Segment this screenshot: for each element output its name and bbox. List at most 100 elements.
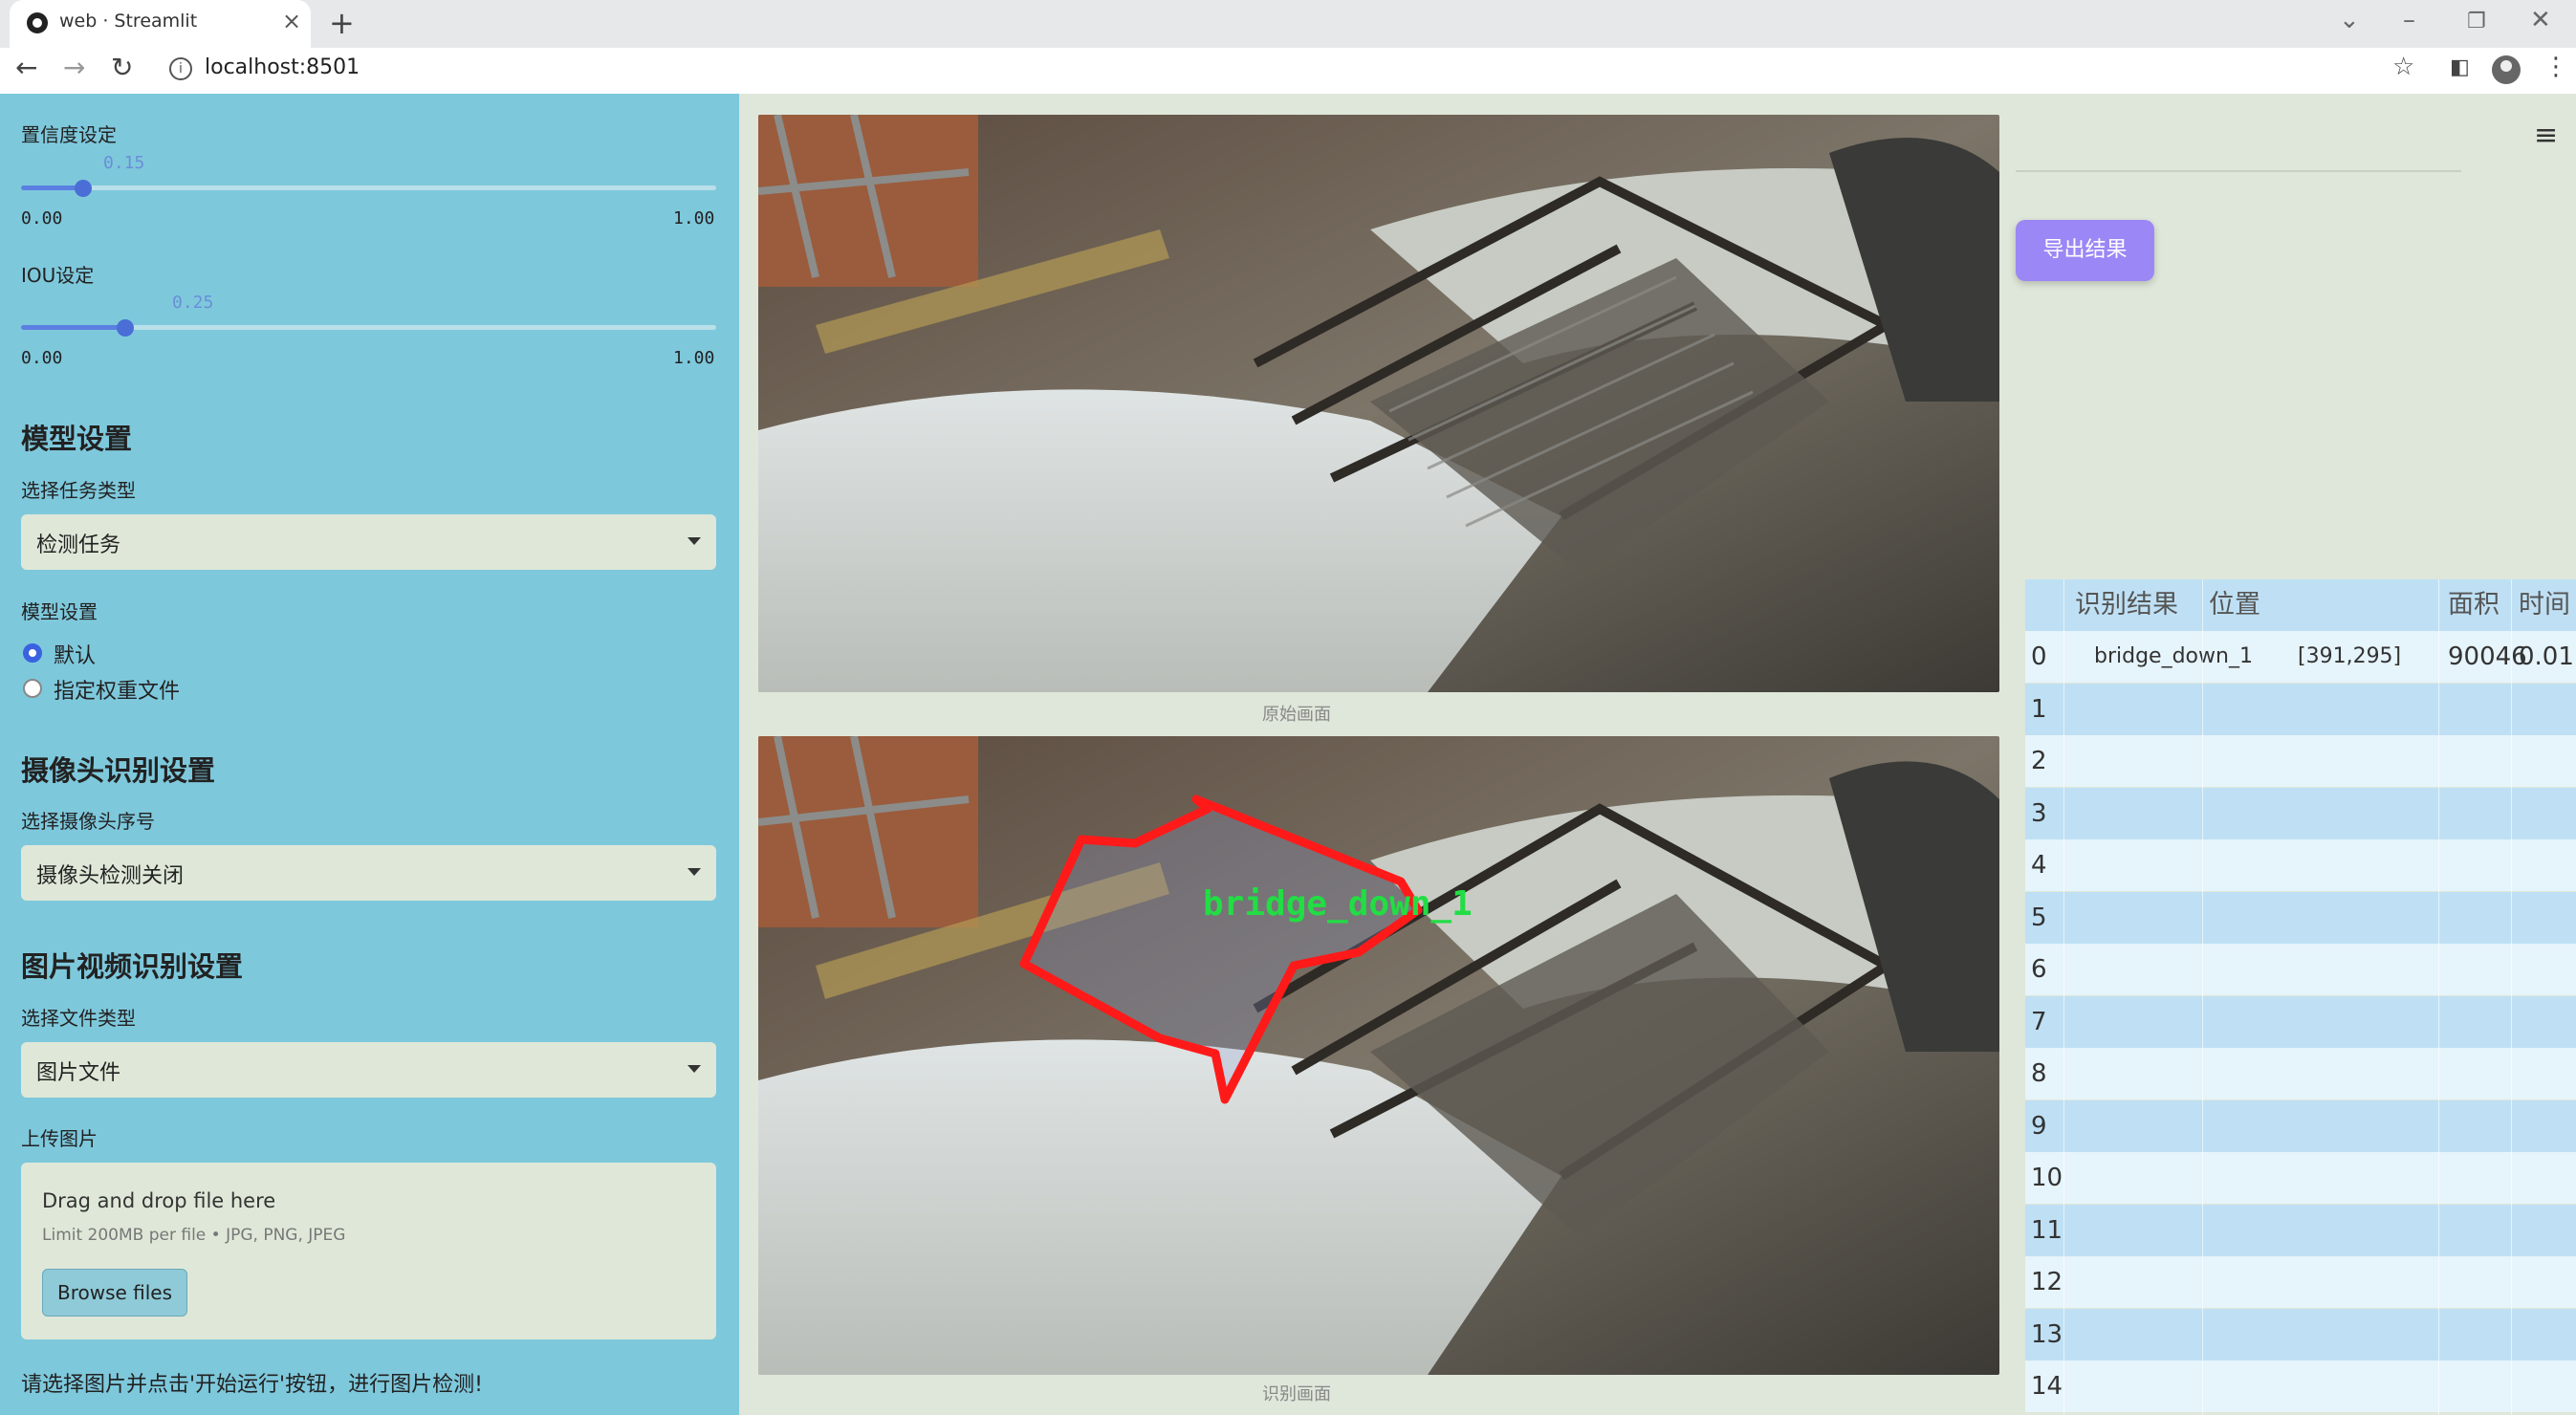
file-type-value: 图片文件: [36, 1061, 121, 1085]
side-panel-icon[interactable]: ◧: [2450, 55, 2470, 79]
header-result: 识别结果: [2075, 590, 2178, 620]
model-setting-label: 模型设置: [21, 600, 98, 623]
browser-tab-bar: [0, 0, 2576, 48]
tab-search-chevron-icon[interactable]: ⌄: [2339, 6, 2360, 34]
dropzone-limit: Limit 200MB per file • JPG, PNG, JPEG: [42, 1226, 346, 1245]
header-position: 位置: [2209, 590, 2260, 620]
table-row[interactable]: 2: [2025, 735, 2576, 787]
minimize-icon[interactable]: –: [2403, 6, 2415, 34]
site-info-icon[interactable]: i: [169, 57, 192, 80]
result-scene-illustration: bridge_down_1: [758, 736, 1999, 1375]
restore-icon[interactable]: ❐: [2467, 10, 2486, 33]
table-row[interactable]: 5: [2025, 891, 2576, 944]
camera-index-select[interactable]: 摄像头检测关闭: [21, 845, 716, 901]
cell-index: 14: [2031, 1372, 2063, 1401]
table-header-row: 识别结果 位置 面积 时间: [2025, 579, 2576, 631]
bookmark-star-icon[interactable]: ☆: [2392, 53, 2414, 81]
cell-index: 4: [2031, 851, 2047, 880]
hamburger-menu-icon[interactable]: ≡: [2534, 119, 2558, 152]
table-row[interactable]: 9: [2025, 1099, 2576, 1152]
url-text[interactable]: localhost:8501: [205, 55, 360, 79]
cell-index: 11: [2031, 1215, 2063, 1245]
table-row[interactable]: 4: [2025, 839, 2576, 891]
table-row[interactable]: 13: [2025, 1308, 2576, 1361]
media-section-heading: 图片视频识别设置: [21, 950, 244, 983]
iou-slider-fill: [21, 325, 126, 330]
cell-result: bridge_down_1: [2094, 644, 2253, 668]
reload-icon[interactable]: ↻: [111, 52, 133, 83]
url-field[interactable]: [158, 53, 2395, 89]
result-caption: 识别画面: [1262, 1384, 1331, 1404]
column-divider: [2063, 579, 2064, 1415]
browser-tab[interactable]: web · Streamlit ×: [10, 0, 311, 48]
cell-index: 9: [2031, 1111, 2047, 1141]
dropzone-text: Drag and drop file here: [42, 1189, 276, 1212]
cell-index: 7: [2031, 1007, 2047, 1036]
file-type-select[interactable]: 图片文件: [21, 1042, 716, 1098]
export-results-button[interactable]: 导出结果: [2016, 220, 2154, 281]
browse-files-button[interactable]: Browse files: [42, 1269, 187, 1317]
confidence-value: 0.15: [103, 153, 145, 173]
cell-index: 5: [2031, 903, 2047, 932]
task-type-label: 选择任务类型: [21, 479, 136, 502]
table-row[interactable]: 11: [2025, 1204, 2576, 1256]
table-row[interactable]: 6: [2025, 944, 2576, 995]
confidence-min: 0.00: [21, 208, 63, 229]
tab-title: web · Streamlit: [59, 11, 198, 32]
hint-text: 请选择图片并点击'开始运行'按钮，进行图片检测!: [21, 1373, 483, 1397]
iou-value: 0.25: [172, 293, 214, 313]
table-row[interactable]: 14: [2025, 1361, 2576, 1412]
chevron-down-icon: [688, 537, 701, 545]
radio-custom-weights[interactable]: [23, 679, 42, 698]
cell-position: [391,295]: [2298, 644, 2402, 668]
cell-index: 12: [2031, 1268, 2063, 1296]
column-divider: [2202, 579, 2203, 1415]
iou-min: 0.00: [21, 348, 63, 368]
cell-index: 2: [2031, 747, 2047, 775]
chevron-down-icon: [688, 868, 701, 876]
forward-icon[interactable]: →: [63, 52, 85, 83]
cell-index: 1: [2031, 694, 2047, 724]
file-type-label: 选择文件类型: [21, 1007, 136, 1030]
cell-index: 8: [2031, 1059, 2047, 1088]
results-table[interactable]: 识别结果 位置 面积 时间 0 bridge_down_1 [391,295] 900…: [2025, 579, 2576, 1415]
header-time: 时间: [2519, 590, 2570, 620]
camera-section-heading: 摄像头识别设置: [21, 754, 216, 787]
original-scene-illustration: [758, 115, 1999, 692]
original-image: [758, 115, 1999, 692]
tab-close-icon[interactable]: ×: [282, 8, 301, 34]
original-caption: 原始画面: [1262, 705, 1331, 725]
table-row[interactable]: 8: [2025, 1048, 2576, 1099]
confidence-max: 1.00: [673, 208, 715, 229]
confidence-slider-track[interactable]: [21, 185, 716, 190]
task-type-select[interactable]: 检测任务: [21, 514, 716, 570]
table-row[interactable]: 7: [2025, 995, 2576, 1048]
table-row[interactable]: 3: [2025, 787, 2576, 839]
cell-time: 0.01: [2519, 642, 2574, 671]
iou-label: IOU设定: [21, 264, 95, 287]
result-image: bridge_down_1: [758, 736, 1999, 1375]
browser-menu-icon[interactable]: ⋮: [2543, 53, 2568, 81]
window-close-icon[interactable]: ✕: [2530, 6, 2551, 34]
detection-label: bridge_down_1: [1203, 884, 1473, 924]
cell-index: 0: [2031, 642, 2047, 671]
back-icon[interactable]: ←: [15, 52, 37, 83]
table-row[interactable]: 1: [2025, 683, 2576, 735]
camera-index-value: 摄像头检测关闭: [36, 864, 185, 888]
divider: [2016, 170, 2461, 172]
table-row[interactable]: 10: [2025, 1152, 2576, 1204]
profile-avatar-icon[interactable]: [2492, 55, 2521, 84]
confidence-label: 置信度设定: [21, 123, 117, 146]
new-tab-icon[interactable]: +: [329, 5, 355, 41]
radio-custom-weights-label[interactable]: 指定权重文件: [54, 674, 180, 705]
upload-label: 上传图片: [21, 1127, 98, 1150]
model-section-heading: 模型设置: [21, 423, 133, 455]
table-row[interactable]: 0 bridge_down_1 [391,295] 90046 0.01: [2025, 631, 2576, 683]
cell-index: 6: [2031, 955, 2047, 984]
cell-area: 90046: [2448, 642, 2527, 671]
radio-default[interactable]: [23, 643, 42, 663]
table-row[interactable]: 12: [2025, 1256, 2576, 1308]
column-divider: [2511, 579, 2512, 1415]
radio-default-label[interactable]: 默认: [54, 639, 96, 669]
iou-slider-thumb[interactable]: [117, 319, 135, 337]
